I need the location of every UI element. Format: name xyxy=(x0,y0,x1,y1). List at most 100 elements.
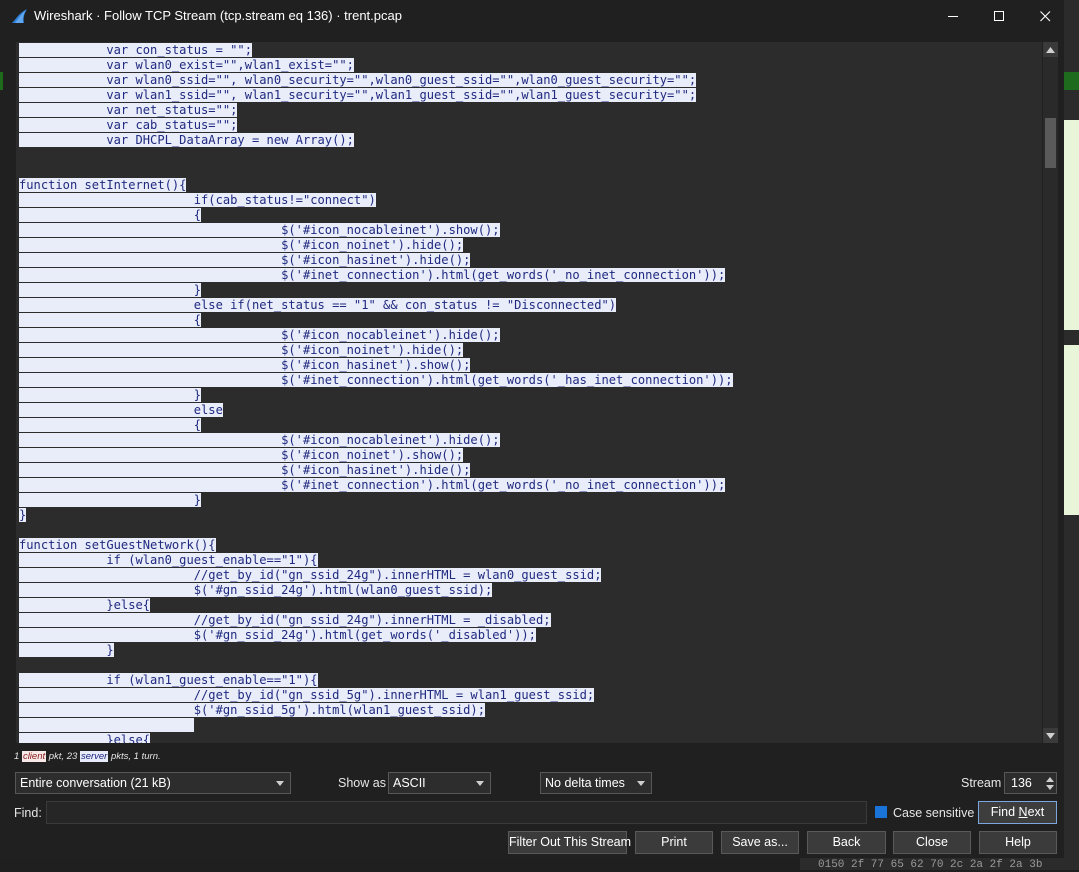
show-as-select[interactable]: ASCII xyxy=(388,772,491,794)
stream-line-text: $('#inet_connection').html(get_words('_n… xyxy=(19,268,726,282)
stream-line: } xyxy=(19,493,733,508)
stream-line: if(cab_status!="connect") xyxy=(19,193,733,208)
stream-line: var wlan0_ssid="", wlan0_security="",wla… xyxy=(19,73,733,88)
stream-line-text: $('#icon_hasinet').show(); xyxy=(19,358,471,372)
spin-up-icon[interactable] xyxy=(1045,775,1054,783)
stream-line: if (wlan1_guest_enable=="1"){ xyxy=(19,673,733,688)
stream-line-text: $('#icon_nocableinet').hide(); xyxy=(19,433,500,447)
stream-line-text: $('#gn_ssid_24g').html(wlan0_guest_ssid)… xyxy=(19,583,493,597)
stream-line: var con_status = ""; xyxy=(19,43,733,58)
close-icon xyxy=(1039,10,1050,21)
scroll-up-arrow-icon[interactable] xyxy=(1043,42,1058,57)
stream-line-text: $('#icon_hasinet').hide(); xyxy=(19,253,471,267)
find-label: Find: xyxy=(14,806,42,820)
vertical-scrollbar[interactable] xyxy=(1043,42,1058,743)
stream-line-text: { xyxy=(19,313,202,327)
case-sensitive-label[interactable]: Case sensitive xyxy=(893,806,974,820)
stream-line xyxy=(19,163,733,178)
stream-line: var DHCPL_DataArray = new Array(); xyxy=(19,133,733,148)
stream-line: } xyxy=(19,508,733,523)
stream-line: $('#icon_noinet').show(); xyxy=(19,448,733,463)
server-label: server xyxy=(79,751,109,762)
stream-line: }else{ xyxy=(19,733,733,743)
stream-line: if (wlan0_guest_enable=="1"){ xyxy=(19,553,733,568)
stream-line-text: $('#icon_nocableinet').show(); xyxy=(19,223,500,237)
print-button[interactable]: Print xyxy=(635,831,713,854)
background-packet-row xyxy=(1064,120,1079,330)
stream-line-text: } xyxy=(19,493,202,507)
stream-line xyxy=(19,718,733,733)
stream-number-spinbox[interactable]: 136 xyxy=(1004,772,1057,794)
stream-line: //get_by_id("gn_ssid_5g").innerHTML = wl… xyxy=(19,688,733,703)
stream-line: $('#icon_nocableinet').hide(); xyxy=(19,433,733,448)
delta-times-select[interactable]: No delta times xyxy=(540,772,652,794)
button-label: ext xyxy=(1027,805,1045,819)
case-sensitive-checkbox[interactable] xyxy=(875,806,887,818)
stream-line-text: var DHCPL_DataArray = new Array(); xyxy=(19,133,354,147)
stream-line-text: { xyxy=(19,208,202,222)
stream-line-text: $('#icon_noinet').show(); xyxy=(19,448,464,462)
stream-line: var cab_status=""; xyxy=(19,118,733,133)
back-button[interactable]: Back xyxy=(807,831,886,854)
stream-line: function setGuestNetwork(){ xyxy=(19,538,733,553)
stream-label: Stream xyxy=(961,776,1002,790)
scroll-down-arrow-icon[interactable] xyxy=(1043,728,1058,743)
save-as-button[interactable]: Save as... xyxy=(721,831,799,854)
stream-line: { xyxy=(19,313,733,328)
minimize-button[interactable] xyxy=(930,0,976,32)
chevron-down-icon xyxy=(637,781,645,786)
stream-line: $('#icon_nocableinet').hide(); xyxy=(19,328,733,343)
stream-line-text: $('#icon_nocableinet').hide(); xyxy=(19,328,500,342)
maximize-icon xyxy=(993,10,1004,21)
maximize-button[interactable] xyxy=(976,0,1022,32)
stream-line-text xyxy=(19,718,194,732)
delta-times-value: No delta times xyxy=(545,776,625,790)
background-packet-row xyxy=(0,72,3,90)
stream-line-text: $('#icon_noinet').hide(); xyxy=(19,343,464,357)
stream-line-text: var net_status=""; xyxy=(19,103,238,117)
minimize-icon xyxy=(947,15,958,17)
spin-down-icon[interactable] xyxy=(1045,783,1054,791)
close-button[interactable]: Close xyxy=(893,831,971,854)
stream-content-area[interactable]: var con_status = ""; var wlan0_exist="",… xyxy=(16,42,1042,743)
stream-line-text: }else{ xyxy=(19,598,151,612)
find-input[interactable] xyxy=(46,801,867,824)
stream-line: } xyxy=(19,283,733,298)
stream-line: $('#icon_hasinet').hide(); xyxy=(19,463,733,478)
scrollbar-thumb[interactable] xyxy=(1045,118,1056,168)
wireshark-fin-icon xyxy=(10,7,30,25)
client-label: client xyxy=(21,751,47,762)
stream-line-text: if (wlan1_guest_enable=="1"){ xyxy=(19,673,318,687)
stream-line: $('#gn_ssid_24g').html(get_words('_disab… xyxy=(19,628,733,643)
close-window-button[interactable] xyxy=(1022,0,1068,32)
stream-line: $('#gn_ssid_24g').html(wlan0_guest_ssid)… xyxy=(19,583,733,598)
title-bar[interactable]: Wireshark · Follow TCP Stream (tcp.strea… xyxy=(0,0,1064,32)
button-label: N xyxy=(1018,805,1028,819)
stream-line: //get_by_id("gn_ssid_24g").innerHTML = w… xyxy=(19,568,733,583)
filter-out-stream-button[interactable]: Filter Out This Stream xyxy=(508,831,631,854)
stream-line-text: //get_by_id("gn_ssid_24g").innerHTML = w… xyxy=(19,568,602,582)
stream-text[interactable]: var con_status = ""; var wlan0_exist="",… xyxy=(19,43,733,743)
stream-line-text: var con_status = ""; xyxy=(19,43,252,57)
stream-line: } xyxy=(19,388,733,403)
stream-line: }else{ xyxy=(19,598,733,613)
stream-line-text: $('#icon_hasinet').hide(); xyxy=(19,463,471,477)
window-title: Wireshark · Follow TCP Stream (tcp.strea… xyxy=(34,8,402,23)
stream-line-text: { xyxy=(19,418,202,432)
help-button[interactable]: Help xyxy=(979,831,1057,854)
conversation-select[interactable]: Entire conversation (21 kB) xyxy=(15,772,291,794)
stream-line-text: if(cab_status!="connect") xyxy=(19,193,376,207)
stream-line-text: $('#inet_connection').html(get_words('_n… xyxy=(19,478,726,492)
stream-line: function setInternet(){ xyxy=(19,178,733,193)
find-next-button[interactable]: Find Next xyxy=(978,801,1057,824)
show-as-label: Show as xyxy=(338,776,386,790)
stream-line-text: $('#gn_ssid_24g').html(get_words('_disab… xyxy=(19,628,536,642)
background-packet-row xyxy=(1064,345,1079,515)
stream-line-text: var wlan0_exist="",wlan1_exist=""; xyxy=(19,58,354,72)
stream-line xyxy=(19,148,733,163)
chevron-down-icon xyxy=(476,781,484,786)
stream-line: $('#icon_hasinet').hide(); xyxy=(19,253,733,268)
stream-line: else if(net_status == "1" && con_status … xyxy=(19,298,733,313)
stream-line-text: } xyxy=(19,508,27,522)
stream-line: $('#icon_hasinet').show(); xyxy=(19,358,733,373)
